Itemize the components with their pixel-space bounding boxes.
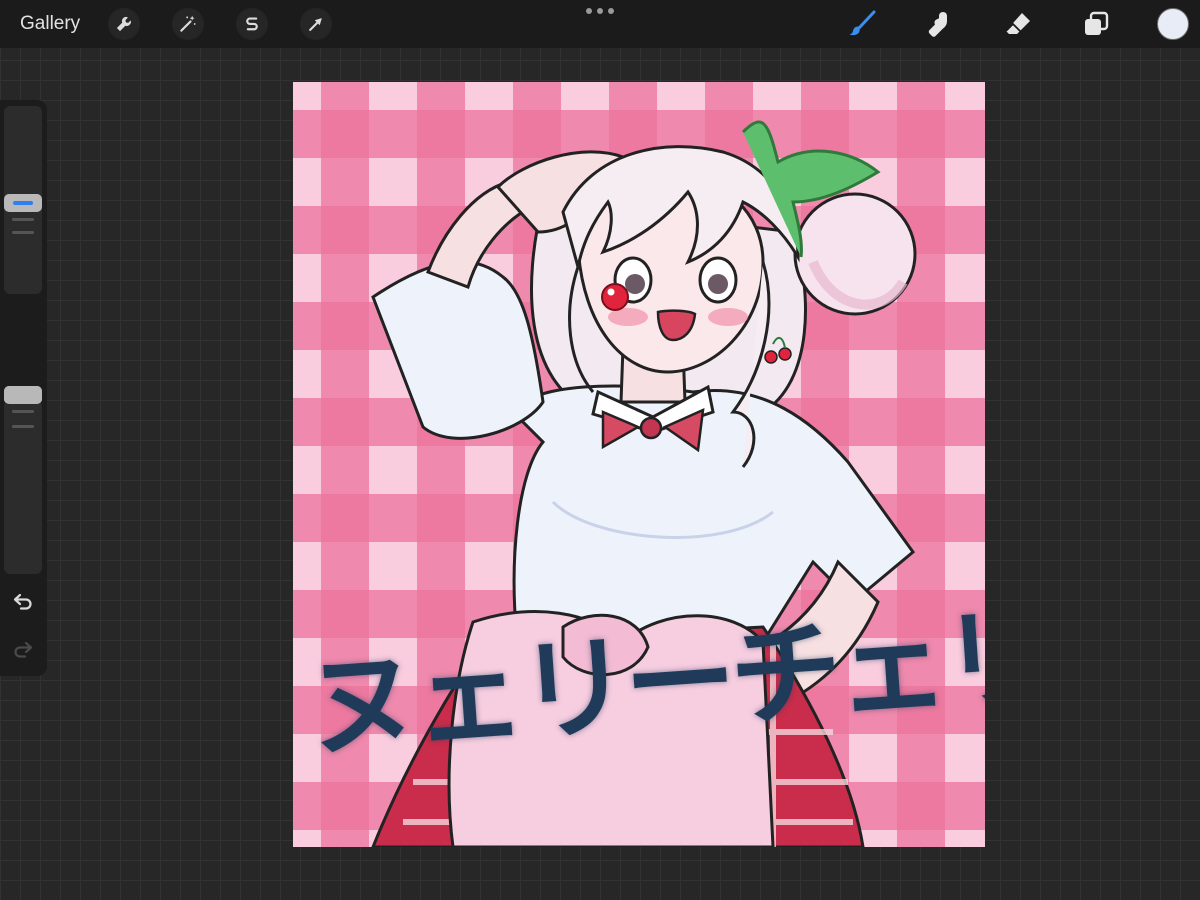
dot <box>608 8 614 14</box>
tick <box>12 231 34 234</box>
arrow-cursor-icon <box>309 18 322 31</box>
actions-button[interactable] <box>108 8 140 40</box>
cherry-nose <box>601 283 629 311</box>
cherry-earring-1 <box>764 350 778 364</box>
smudge-tool-button[interactable] <box>922 6 958 42</box>
right-eye-pupil <box>708 274 728 294</box>
dot <box>597 8 603 14</box>
selection-button[interactable] <box>236 8 268 40</box>
brush-size-ticks <box>12 218 34 244</box>
adjustments-button[interactable] <box>172 8 204 40</box>
brush-icon <box>849 10 876 36</box>
raised-arm <box>371 260 545 440</box>
smudge-finger-icon <box>928 12 947 37</box>
brush-size-handle-mark <box>13 201 33 205</box>
layers-icon <box>1085 11 1109 35</box>
cherry-shine <box>607 288 615 296</box>
more-dots-icon[interactable] <box>586 7 614 15</box>
redo-arrow-icon <box>14 641 33 658</box>
tick <box>12 218 34 221</box>
left-sidebar <box>0 100 47 676</box>
eraser-tool-button[interactable] <box>1000 6 1036 42</box>
opacity-tick <box>12 425 34 428</box>
eraser-icon <box>1005 13 1030 34</box>
dot <box>586 8 592 14</box>
redo-button[interactable] <box>10 636 36 662</box>
color-picker-swatch[interactable] <box>1157 8 1189 40</box>
left-eye-pupil <box>625 274 645 294</box>
wrench-icon <box>116 16 131 32</box>
undo-arrow-icon <box>13 593 32 610</box>
opacity-tick <box>12 410 34 413</box>
right-blush <box>708 308 748 326</box>
brush-tool-button[interactable] <box>844 6 880 42</box>
bow-knot <box>639 416 663 440</box>
drawing-canvas[interactable]: ヌェリーチェリー <box>293 82 985 847</box>
brush-size-slider[interactable] <box>4 106 42 294</box>
layers-button[interactable] <box>1078 6 1114 42</box>
magic-wand-icon <box>180 15 196 32</box>
selection-s-icon <box>246 17 258 31</box>
brush-size-handle[interactable] <box>4 194 42 212</box>
opacity-handle-top[interactable] <box>4 386 42 404</box>
undo-button[interactable] <box>10 588 36 614</box>
transform-button[interactable] <box>300 8 332 40</box>
cherry-earring-2 <box>778 347 792 361</box>
top-toolbar: Gallery <box>0 0 1200 48</box>
gallery-button[interactable]: Gallery <box>20 12 80 36</box>
